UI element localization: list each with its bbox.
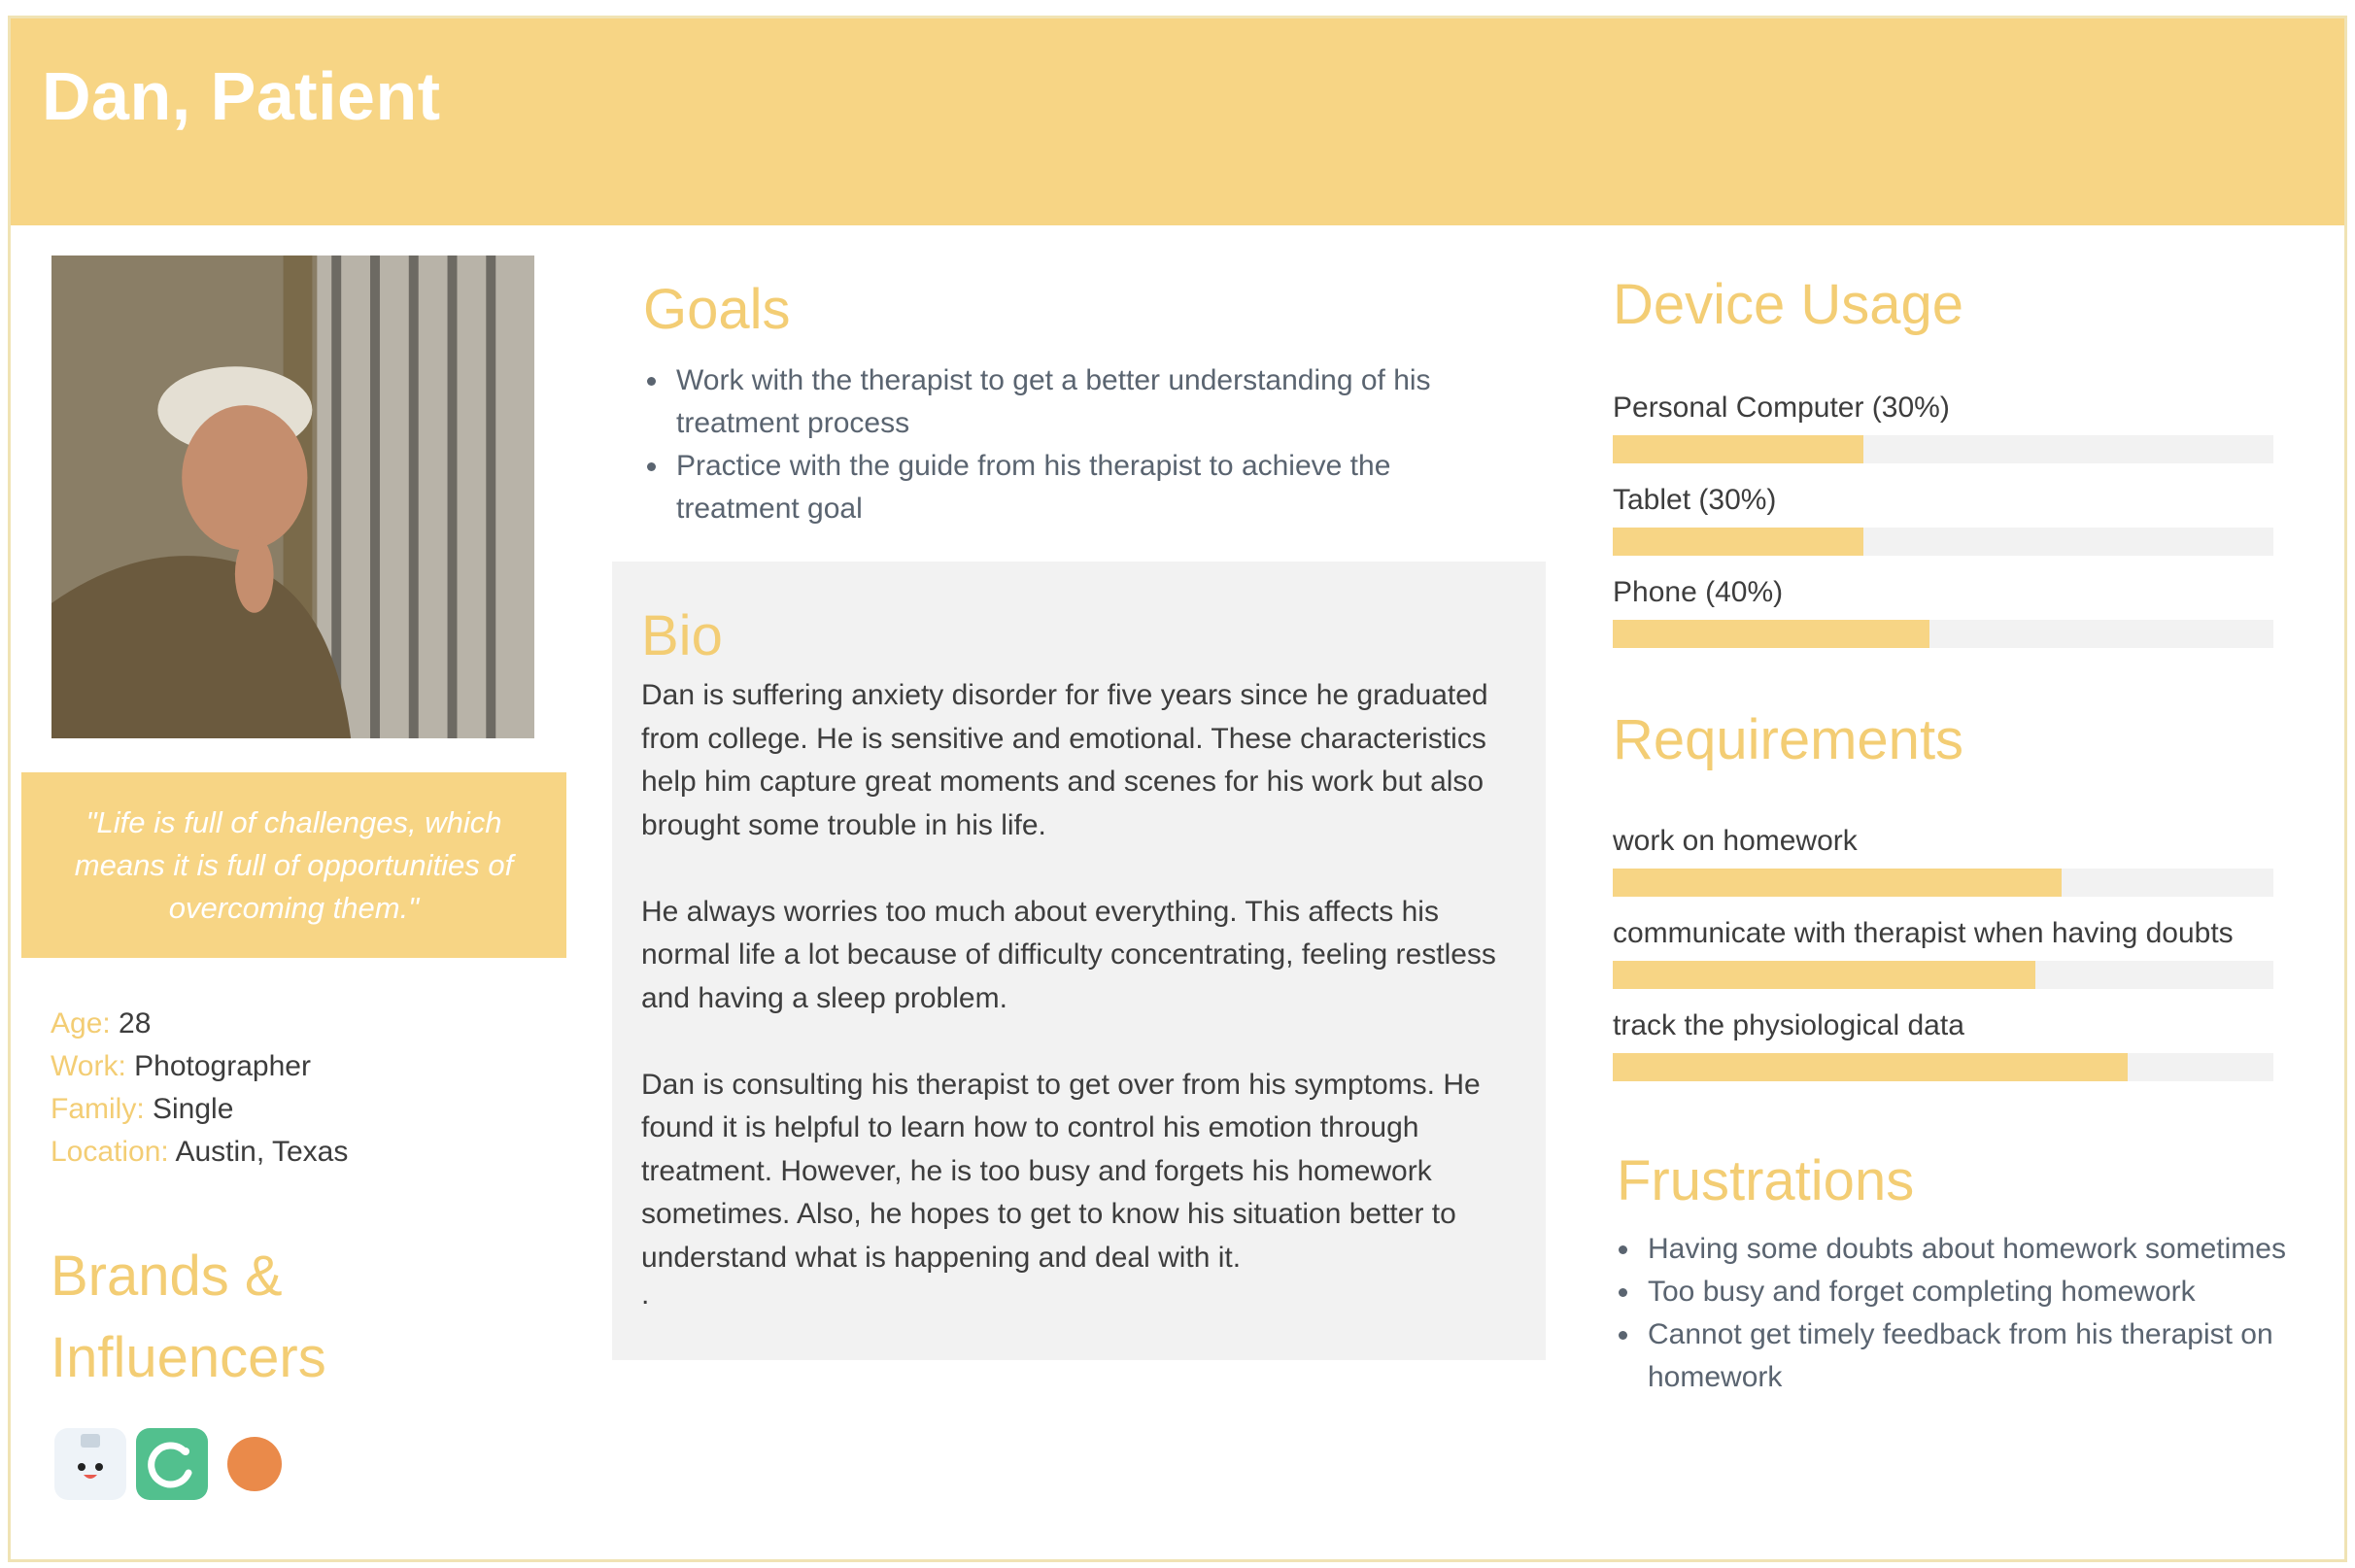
bio-paragraph: He always worries too much about everyth… (641, 895, 1496, 1014)
frustrations-list: Having some doubts about homework someti… (1613, 1228, 2293, 1399)
requirement-bar-track (1613, 869, 2273, 897)
device-bar-track (1613, 528, 2273, 556)
goals-list: Work with the therapist to get a better … (641, 359, 1448, 530)
fact-key: Family: (51, 1093, 145, 1125)
facts-list: Age: 28 Work: Photographer Family: Singl… (51, 1003, 575, 1174)
page-title: Dan, Patient (42, 58, 441, 134)
fact-age: Age: 28 (51, 1003, 575, 1045)
requirements-title: Requirements (1613, 708, 1964, 771)
device-label: Tablet (30%) (1613, 484, 1777, 516)
goal-item: Practice with the guide from his therapi… (641, 445, 1448, 530)
bio-title: Bio (641, 604, 723, 667)
requirement-bar-fill (1613, 869, 2063, 897)
device-usage-section: Device Usage (1613, 272, 2273, 337)
device-usage-title: Device Usage (1613, 273, 1964, 336)
requirement-bars: work on homework communicate with therap… (1613, 820, 2273, 1081)
bio-panel: Bio Dan is suffering anxiety disorder fo… (612, 562, 1546, 1360)
fact-key: Location: (51, 1136, 169, 1168)
frustrations-title: Frustrations (1617, 1149, 1915, 1212)
requirements-section: Requirements (1613, 707, 2273, 772)
person-photo-icon (51, 256, 534, 738)
fact-work: Work: Photographer (51, 1045, 575, 1088)
frustration-item: Cannot get timely feedback from his ther… (1613, 1313, 2293, 1399)
device-label: Phone (40%) (1613, 576, 1784, 608)
bio-paragraph: Dan is suffering anxiety disorder for fi… (641, 679, 1488, 841)
device-bar-track (1613, 620, 2273, 648)
requirement-label: track the physiological data (1613, 1009, 1964, 1041)
device-bar-fill (1613, 620, 1930, 648)
device-bar-fill (1613, 435, 1864, 463)
device-bars: Personal Computer (30%) Tablet (30%) Pho… (1613, 387, 2273, 648)
requirement-bar-track (1613, 961, 2273, 989)
bio-paragraph: Dan is consulting his therapist to get o… (641, 1068, 1481, 1274)
requirement-label: work on homework (1613, 825, 1858, 857)
brand-icons (54, 1428, 282, 1500)
goal-item: Work with the therapist to get a better … (641, 359, 1448, 445)
requirement-bar-fill (1613, 961, 2036, 989)
fact-key: Age: (51, 1007, 111, 1040)
quote-box: "Life is full of challenges, which means… (21, 772, 566, 958)
device-bar-fill (1613, 528, 1864, 556)
frustrations-section: Frustrations (1617, 1148, 2277, 1213)
brands-title: Brands & Influencers (51, 1244, 326, 1389)
fact-key: Work: (51, 1050, 126, 1082)
device-label: Personal Computer (30%) (1613, 392, 1950, 424)
person-photo (51, 256, 534, 738)
requirement-label: communicate with therapist when having d… (1613, 917, 2234, 949)
requirement-bar-track (1613, 1053, 2273, 1081)
fact-value: 28 (110, 1007, 152, 1040)
device-bar-track (1613, 435, 2273, 463)
requirement-bar-fill (1613, 1053, 2129, 1081)
fact-family: Family: Single (51, 1088, 575, 1131)
green-c-app-icon (136, 1428, 208, 1500)
bio-trailing: . (641, 1278, 650, 1311)
goals-title: Goals (643, 278, 791, 341)
fact-location: Location: Austin, Texas (51, 1131, 575, 1174)
fact-value: Photographer (125, 1050, 311, 1082)
fact-value: Single (144, 1093, 234, 1125)
orange-circle-icon (227, 1437, 282, 1491)
frustration-item: Having some doubts about homework someti… (1613, 1228, 2293, 1271)
frustration-item: Too busy and forget completing homework (1613, 1271, 2293, 1313)
quote-text: "Life is full of challenges, which means… (74, 804, 514, 925)
header-banner: Dan, Patient (11, 18, 2344, 225)
robot-app-icon (54, 1428, 126, 1500)
fact-value: Austin, Texas (168, 1136, 349, 1168)
